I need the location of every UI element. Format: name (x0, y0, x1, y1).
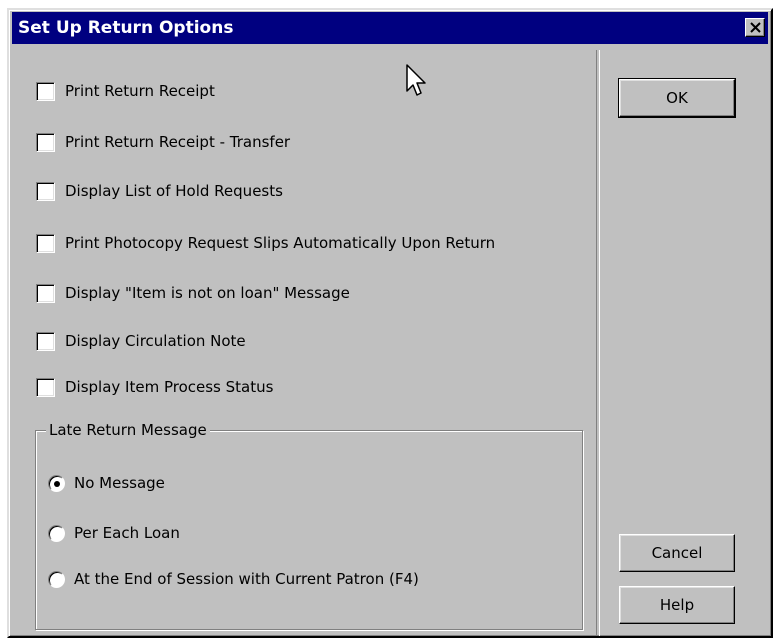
option-display-hold-requests[interactable]: Display List of Hold Requests (36, 178, 283, 204)
radio-label: At the End of Session with Current Patro… (74, 570, 419, 588)
option-print-return-receipt-transfer[interactable]: Print Return Receipt - Transfer (36, 129, 290, 155)
option-label: Print Photocopy Request Slips Automatica… (65, 234, 496, 252)
close-button[interactable] (745, 18, 765, 37)
cancel-button[interactable]: Cancel (619, 534, 735, 572)
checkbox[interactable] (36, 331, 55, 351)
option-label: Display List of Hold Requests (65, 182, 283, 200)
checkbox[interactable] (36, 81, 55, 101)
checkbox[interactable] (36, 377, 55, 397)
ok-button[interactable]: OK (618, 78, 736, 118)
option-display-not-on-loan-message[interactable]: Display "Item is not on loan" Message (36, 280, 350, 306)
option-print-return-receipt[interactable]: Print Return Receipt (36, 78, 215, 104)
option-label: Print Return Receipt - Transfer (65, 133, 291, 151)
vertical-divider (596, 50, 600, 636)
help-button[interactable]: Help (619, 586, 735, 624)
radio-no-message[interactable]: No Message (48, 471, 165, 495)
close-icon (750, 22, 761, 33)
dialog-window: Set Up Return Options Print Return Recei… (7, 8, 773, 638)
radio-button[interactable] (48, 570, 65, 588)
group-label: Late Return Message (46, 421, 210, 439)
radio-end-of-session[interactable]: At the End of Session with Current Patro… (48, 567, 419, 591)
checkbox[interactable] (36, 283, 55, 303)
option-label: Display Item Process Status (65, 378, 274, 396)
dialog-title: Set Up Return Options (18, 18, 234, 38)
option-label: Display "Item is not on loan" Message (65, 284, 350, 302)
mouse-pointer-icon (406, 64, 426, 96)
option-label: Display Circulation Note (65, 332, 246, 350)
radio-per-each-loan[interactable]: Per Each Loan (48, 521, 180, 545)
option-label: Print Return Receipt (65, 82, 215, 100)
late-return-group: Late Return Message No Message Per Each … (35, 421, 583, 630)
radio-label: Per Each Loan (74, 524, 180, 542)
option-display-item-process-status[interactable]: Display Item Process Status (36, 374, 273, 400)
radio-label: No Message (74, 474, 165, 492)
checkbox[interactable] (36, 181, 55, 201)
option-display-circulation-note[interactable]: Display Circulation Note (36, 328, 246, 354)
title-bar[interactable]: Set Up Return Options (12, 12, 768, 44)
checkbox[interactable] (36, 132, 55, 152)
option-print-photocopy-slips[interactable]: Print Photocopy Request Slips Automatica… (36, 230, 495, 256)
checkbox[interactable] (36, 233, 55, 253)
radio-button[interactable] (48, 524, 65, 542)
radio-button[interactable] (48, 474, 65, 492)
